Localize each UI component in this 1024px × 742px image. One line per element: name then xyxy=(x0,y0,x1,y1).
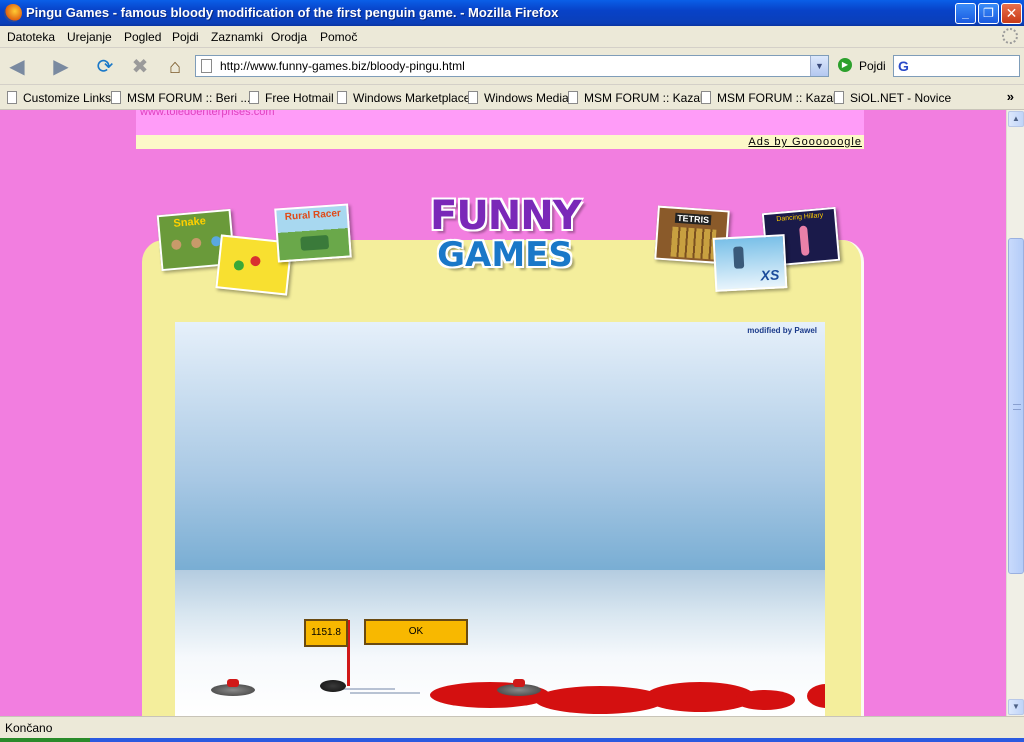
bookmark-item[interactable]: MSM FORUM :: Beri ... xyxy=(111,91,250,105)
vertical-scrollbar[interactable]: ▲ ▼ xyxy=(1006,110,1024,716)
bookmark-item[interactable]: MSM FORUM :: Kazalo xyxy=(568,91,709,105)
rider-icon xyxy=(733,246,745,269)
window-title: Pingu Games - famous bloody modification… xyxy=(26,5,559,20)
go-button[interactable]: Pojdi xyxy=(859,59,886,73)
scroll-down-arrow-icon[interactable]: ▼ xyxy=(1008,699,1024,715)
menu-item-pogled[interactable]: Pogled xyxy=(124,30,161,44)
game-canvas[interactable]: modified by Pawel 1151.8 OK xyxy=(175,322,825,716)
bookmark-item[interactable]: MSM FORUM :: Kazalo xyxy=(701,91,842,105)
stop-button[interactable]: ✖ xyxy=(127,54,153,80)
page-icon xyxy=(249,91,259,104)
bumper-disc xyxy=(211,679,255,696)
scrollbar-thumb[interactable] xyxy=(1008,238,1024,574)
menu-item-orodja[interactable]: Orodja xyxy=(271,30,307,44)
bookmark-item[interactable]: Free Hotmail xyxy=(249,91,334,105)
close-button[interactable]: ✕ xyxy=(1001,3,1022,24)
page-icon xyxy=(701,91,711,104)
go-arrow-icon[interactable]: ▶ xyxy=(838,58,852,72)
status-text: Končano xyxy=(5,721,53,735)
page-icon xyxy=(568,91,578,104)
search-input[interactable]: G xyxy=(893,55,1020,77)
game-thumbnail-rural-racer[interactable]: Rural Racer xyxy=(274,203,352,263)
page-icon xyxy=(468,91,478,104)
game-credit: modified by Pawel xyxy=(747,326,817,335)
thumb-face-icon xyxy=(170,239,182,251)
page-icon xyxy=(201,59,212,73)
back-button[interactable]: ◀ xyxy=(4,54,30,80)
google-search-icon[interactable]: G xyxy=(898,58,914,74)
menu-item-zaznamki[interactable]: Zaznamki xyxy=(211,30,263,44)
bookmark-item[interactable]: SiOL.NET - Novice xyxy=(834,91,951,105)
thumb-face-icon xyxy=(190,237,202,249)
bookmark-item[interactable]: Windows Marketplace xyxy=(337,91,470,105)
page-icon xyxy=(7,91,17,104)
ads-by-google-link[interactable]: Ads by Goooooogle xyxy=(748,136,862,148)
throbber-icon xyxy=(1002,28,1018,44)
grip-icon xyxy=(1013,404,1021,410)
tetris-grid xyxy=(670,226,717,260)
window-titlebar: Pingu Games - famous bloody modification… xyxy=(0,0,1024,26)
menu-item-pojdi[interactable]: Pojdi xyxy=(172,30,199,44)
blood-splatter xyxy=(735,690,795,710)
bookmark-item[interactable]: Customize Links xyxy=(7,91,111,105)
maximize-button[interactable]: ❐ xyxy=(978,3,999,24)
minimize-button[interactable]: _ xyxy=(955,3,976,24)
slide-trail xyxy=(350,692,420,694)
page-content: www.toledoenterprises.com Ads by Goooooo… xyxy=(0,110,1006,716)
game-thumbnail-wakeboarder[interactable]: XS xyxy=(712,234,788,292)
forward-button[interactable]: ▶ xyxy=(48,54,74,80)
menubar: Datoteka Urejanje Pogled Pojdi Zaznamki … xyxy=(0,26,1024,48)
bookmark-item[interactable]: Windows Media xyxy=(468,91,569,105)
firefox-logo-icon xyxy=(4,4,22,22)
scroll-up-arrow-icon[interactable]: ▲ xyxy=(1008,111,1024,127)
bumper-disc xyxy=(497,679,541,696)
address-bar[interactable]: http://www.funny-games.biz/bloody-pingu.… xyxy=(195,55,829,77)
funny-games-logo[interactable]: FUNNY GAMES xyxy=(430,194,582,274)
penguin-sprite xyxy=(320,680,346,692)
reload-button[interactable]: ⟳ xyxy=(92,54,118,80)
page-icon xyxy=(337,91,347,104)
menu-item-pomoc[interactable]: Pomoč xyxy=(320,30,357,44)
url-text: http://www.funny-games.biz/bloody-pingu.… xyxy=(220,59,465,73)
home-button[interactable]: ⌂ xyxy=(162,54,188,80)
ball-icon xyxy=(249,255,261,267)
bookmarks-overflow-button[interactable]: » xyxy=(1007,89,1014,104)
ad-link[interactable]: www.toledoenterprises.com xyxy=(140,110,275,118)
chevron-down-icon[interactable]: ▼ xyxy=(810,56,828,76)
score-flag: 1151.8 xyxy=(304,619,348,647)
dancer-icon xyxy=(799,225,810,257)
ok-button[interactable]: OK xyxy=(364,619,468,645)
taskbar xyxy=(0,738,1024,742)
menu-item-datoteka[interactable]: Datoteka xyxy=(7,30,55,44)
menu-item-urejanje[interactable]: Urejanje xyxy=(67,30,112,44)
status-bar: Končano xyxy=(0,716,1024,738)
page-icon xyxy=(111,91,121,104)
ball-icon xyxy=(233,259,245,271)
ad-footer: Ads by Goooooogle xyxy=(136,135,864,149)
navigation-toolbar: ◀ ▶ ⟳ ✖ ⌂ http://www.funny-games.biz/blo… xyxy=(0,48,1024,85)
bookmarks-toolbar: Customize Links MSM FORUM :: Beri ... Fr… xyxy=(0,86,1024,110)
ad-banner: www.toledoenterprises.com Ads by Goooooo… xyxy=(136,110,864,149)
page-icon xyxy=(834,91,844,104)
jeep-icon xyxy=(300,234,330,251)
